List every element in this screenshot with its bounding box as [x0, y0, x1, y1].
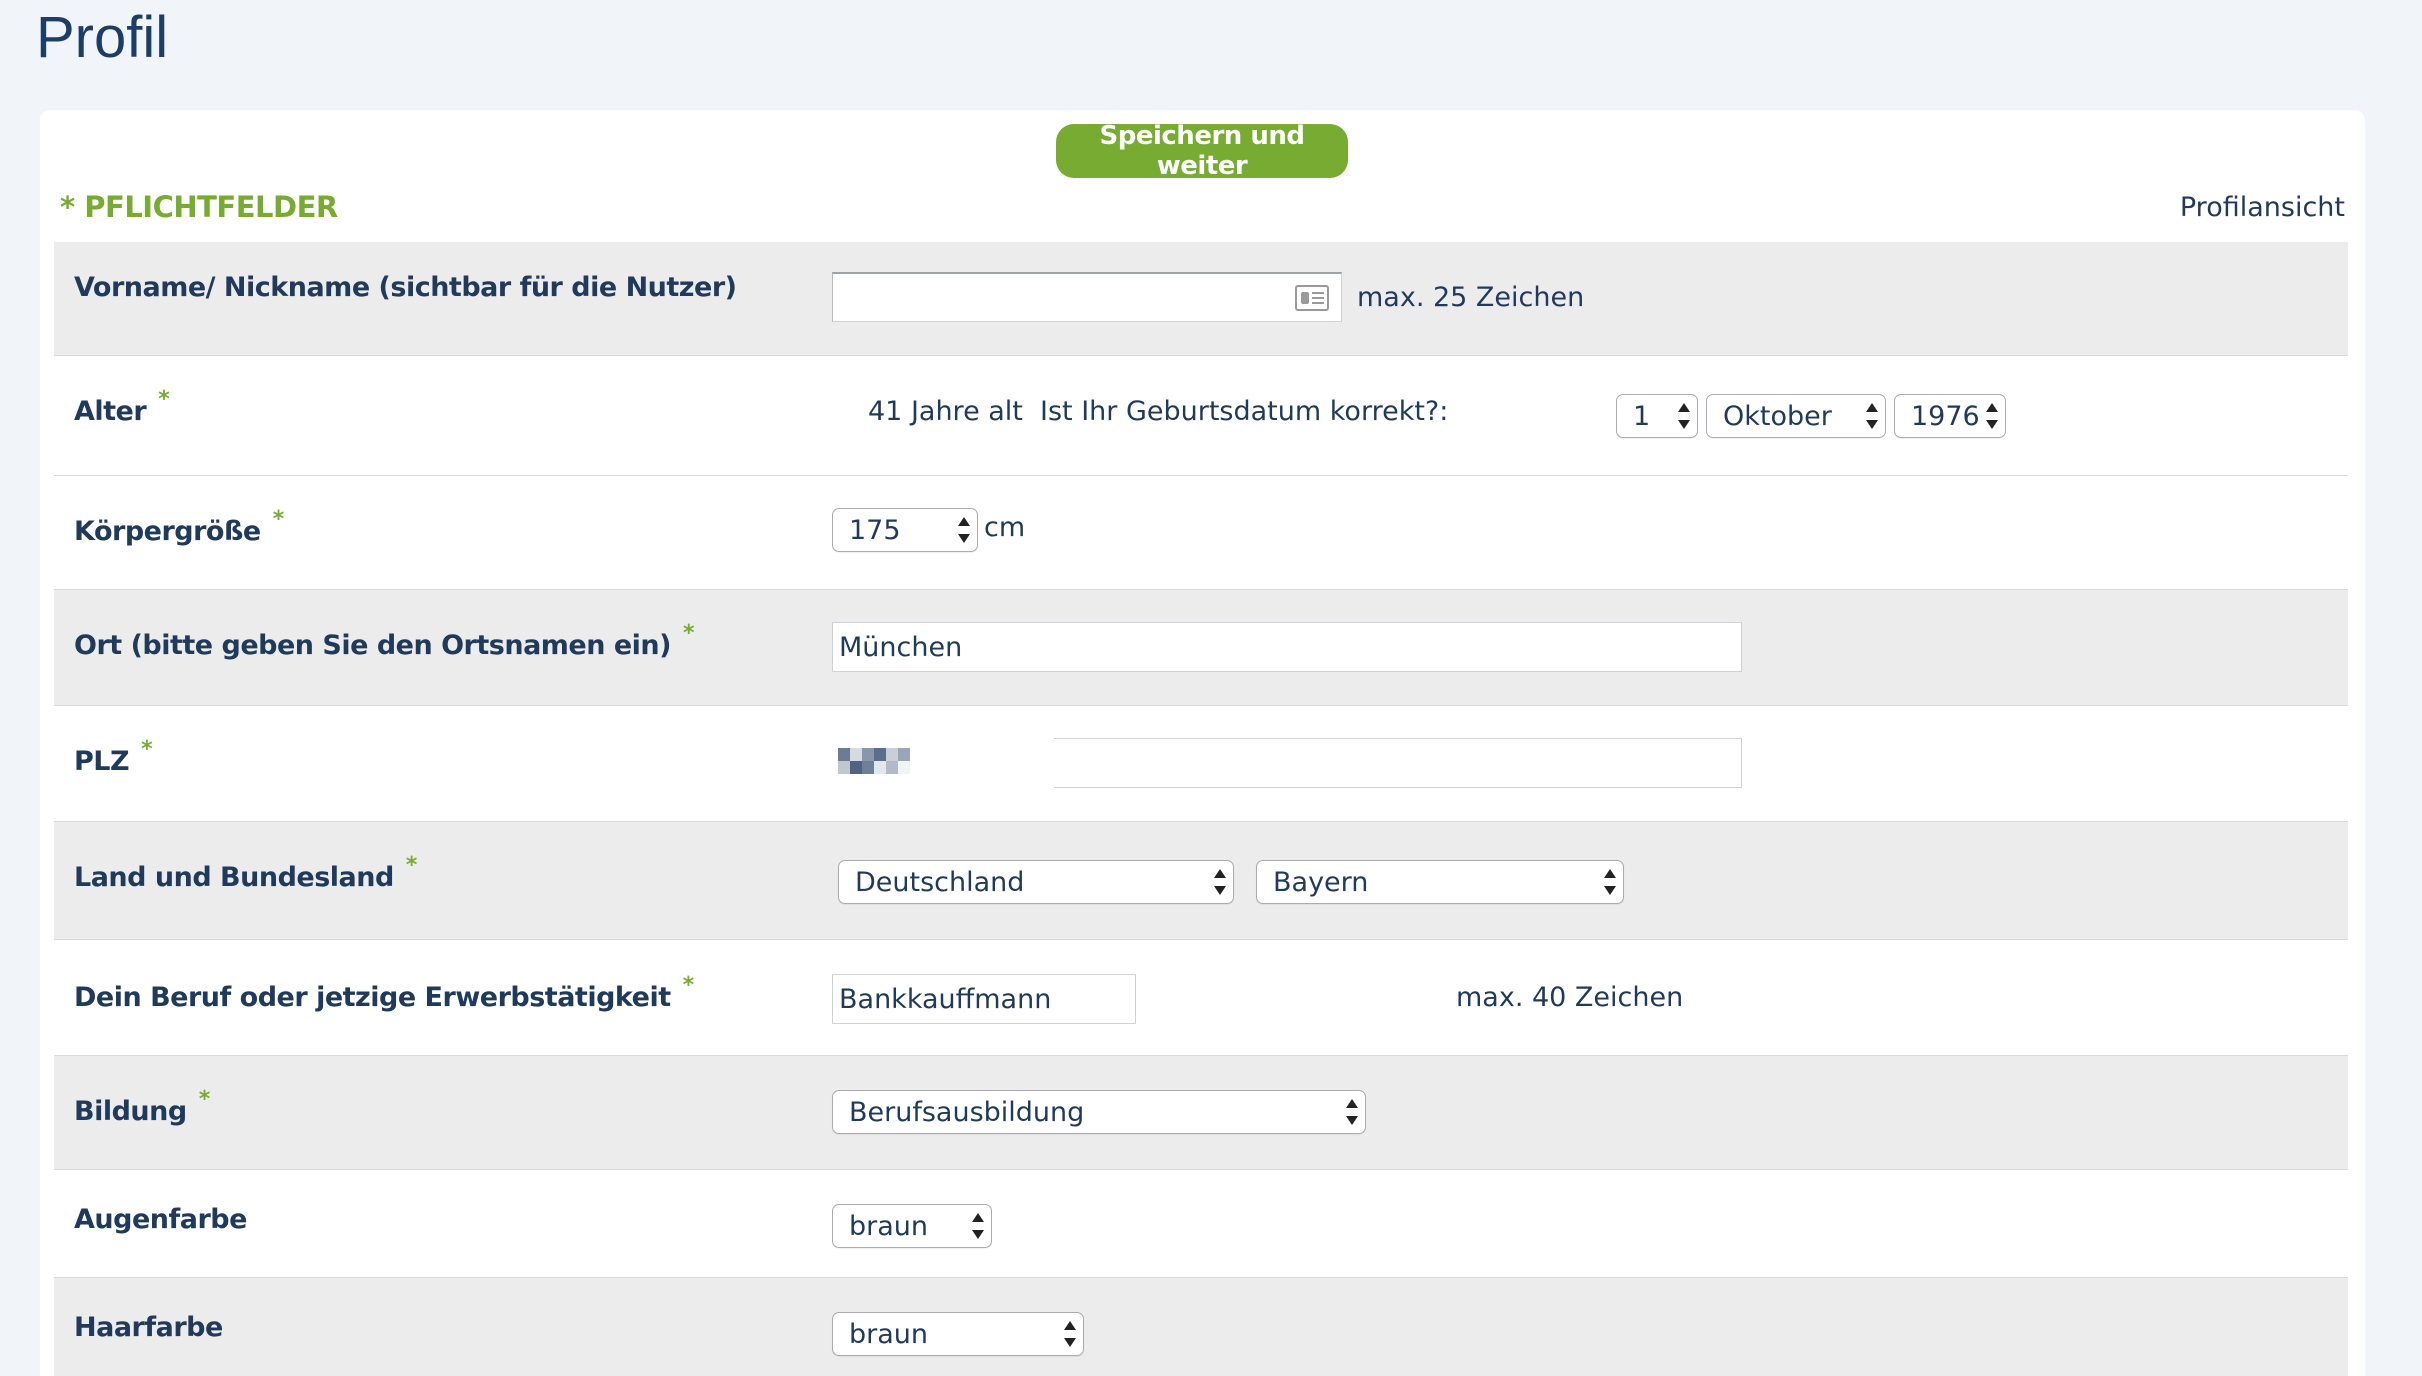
country-state-label: Land und Bundesland * — [74, 853, 417, 893]
nickname-row: Vorname/ Nickname (sichtbar für die Nutz… — [54, 242, 2348, 356]
city-label: Ort (bitte geben Sie den Ortsnamen ein) * — [74, 621, 695, 661]
required-fields-legend: * PFLICHTFELDER — [60, 190, 338, 224]
country-select[interactable]: Deutschland — [838, 860, 1234, 904]
birthdate-question: Ist Ihr Geburtsdatum korrekt?: — [1040, 396, 1449, 427]
select-arrows-icon — [1063, 1321, 1077, 1347]
age-label: Alter * — [74, 387, 170, 427]
birth-month-select[interactable]: Oktober — [1706, 394, 1886, 438]
height-select[interactable]: 175 — [832, 508, 978, 552]
height-unit: cm — [984, 512, 1026, 543]
nickname-input[interactable] — [832, 272, 1342, 322]
age-row: Alter * 41 Jahre alt Ist Ihr Geburtsdatum… — [54, 356, 2348, 476]
education-select[interactable]: Berufsausbildung — [832, 1090, 1366, 1134]
hair-color-label: Haarfarbe — [74, 1312, 223, 1343]
page-title: Profil — [36, 5, 169, 70]
hair-color-row: Haarfarbe braun — [54, 1278, 2348, 1376]
education-label: Bildung * — [74, 1087, 210, 1127]
select-arrows-icon — [1677, 403, 1691, 429]
select-arrows-icon — [1345, 1099, 1359, 1125]
select-arrows-icon — [971, 1213, 985, 1239]
height-row: Körpergröße * 175 cm — [54, 476, 2348, 590]
required-star: * — [141, 737, 153, 762]
profile-view-link[interactable]: Profilansicht — [2180, 192, 2345, 223]
city-input[interactable]: München — [832, 622, 1742, 672]
hair-color-select[interactable]: braun — [832, 1312, 1084, 1356]
select-arrows-icon — [957, 517, 971, 543]
nickname-hint: max. 25 Zeichen — [1357, 282, 1585, 313]
age-text: 41 Jahre alt — [868, 396, 1023, 427]
zip-label: PLZ * — [74, 737, 153, 777]
eye-color-label: Augenfarbe — [74, 1204, 247, 1235]
required-star: * — [682, 973, 695, 998]
nickname-label: Vorname/ Nickname (sichtbar für die Nutz… — [74, 272, 737, 303]
save-and-continue-button[interactable]: Speichern und weiter — [1056, 121, 1348, 181]
select-arrows-icon — [1985, 403, 1999, 429]
required-star: * — [272, 507, 285, 532]
profile-form-card: Speichern und weiter * PFLICHTFELDER Pro… — [40, 110, 2365, 1376]
education-row: Bildung * Berufsausbildung — [54, 1056, 2348, 1170]
occupation-input[interactable]: Bankkauffmann — [832, 974, 1136, 1024]
required-star: * — [198, 1087, 211, 1112]
redacted-zip-value — [838, 748, 910, 774]
select-arrows-icon — [1603, 869, 1617, 895]
state-select[interactable]: Bayern — [1256, 860, 1624, 904]
zip-row: PLZ * — [54, 706, 2348, 822]
height-label: Körpergröße * — [74, 507, 284, 547]
occupation-hint: max. 40 Zeichen — [1456, 982, 1684, 1013]
zip-input[interactable] — [1054, 738, 1742, 788]
select-arrows-icon — [1865, 403, 1879, 429]
birth-year-select[interactable]: 1976 — [1894, 394, 2006, 438]
country-state-row: Land und Bundesland * Deutschland Bayern — [54, 822, 2348, 940]
required-star: * — [158, 387, 170, 412]
occupation-row: Dein Beruf oder jetzige Erwerbstätigkeit… — [54, 940, 2348, 1056]
contact-card-icon[interactable] — [1295, 285, 1329, 311]
birth-day-select[interactable]: 1 — [1616, 394, 1698, 438]
select-arrows-icon — [1213, 869, 1227, 895]
eye-color-select[interactable]: braun — [832, 1204, 992, 1248]
city-row: Ort (bitte geben Sie den Ortsnamen ein) *… — [54, 590, 2348, 706]
occupation-label: Dein Beruf oder jetzige Erwerbstätigkeit… — [74, 973, 694, 1013]
eye-color-row: Augenfarbe braun — [54, 1170, 2348, 1278]
required-star: * — [405, 853, 418, 878]
required-star: * — [682, 621, 695, 646]
